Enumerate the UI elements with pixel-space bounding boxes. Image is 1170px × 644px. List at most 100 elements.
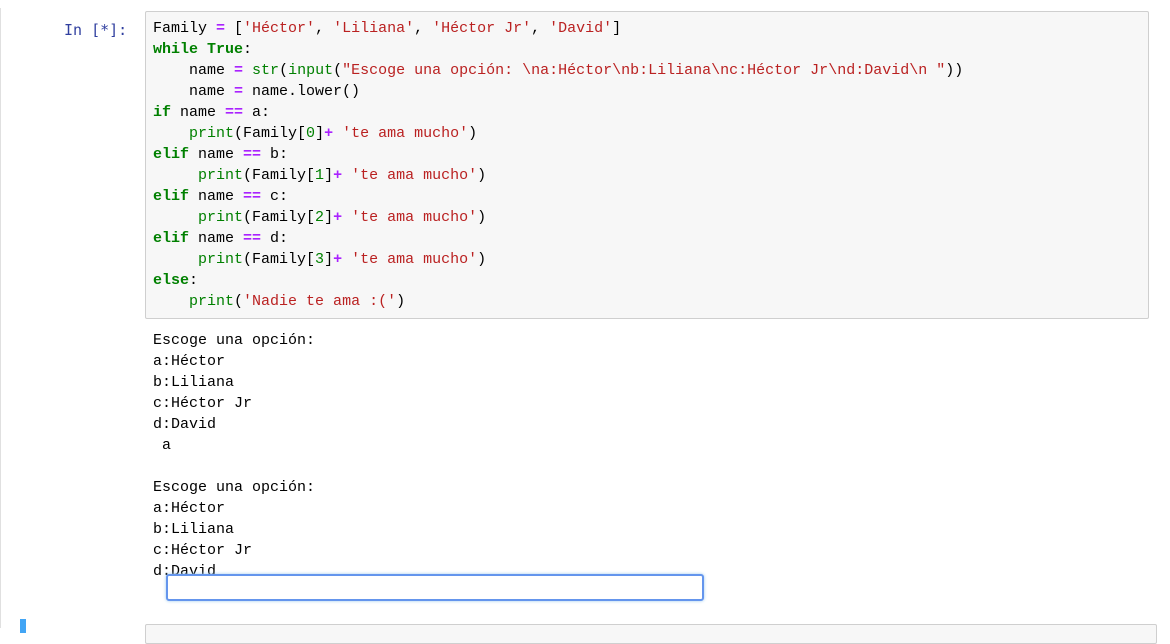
code-token: name [189,146,244,163]
code-token: 'te ama mucho' [351,251,478,268]
code-token: [ [225,20,244,37]
code-token: 'Liliana' [333,20,415,37]
code-token: )) [945,62,964,79]
code-token: print [198,209,244,226]
code-token: , [414,20,433,37]
code-token: while [153,41,199,58]
code-token: 2 [315,209,325,226]
code-token: 0 [306,125,316,142]
code-token: d: [261,230,289,247]
code-token: = [234,83,244,100]
code-token: ] [324,167,334,184]
code-line: print(Family[1]+ 'te ama mucho') [153,165,963,186]
code-token: name [171,104,226,121]
code-token: name [189,188,244,205]
code-token: Family [153,20,217,37]
code-token: (Family[ [234,125,307,142]
code-token: a: [243,104,271,121]
code-line: print(Family[2]+ 'te ama mucho') [153,207,963,228]
code-line: print(Family[3]+ 'te ama mucho') [153,249,963,270]
code-line: elif name == b: [153,144,963,165]
code-line: print('Nadie te ama :(') [153,291,963,312]
code-line: name = str(input("Escoge una opción: \na… [153,60,963,81]
code-token: == [243,188,262,205]
code-token: ] [324,251,334,268]
code-token: ) [468,125,478,142]
code-token: ] [612,20,622,37]
notebook-area: In [*]: Family = ['Héctor', 'Liliana', '… [0,0,1170,644]
code-token: input [288,62,334,79]
code-token: == [243,230,262,247]
code-token: 'David' [549,20,613,37]
code-token: ( [333,62,343,79]
code-line: elif name == c: [153,186,963,207]
code-token: print [189,125,235,142]
code-token: + [333,209,343,226]
code-token: = [216,20,226,37]
code-token: ( [279,62,289,79]
code-token: if [153,104,172,121]
code-token: "Escoge una opción: \na:Héctor\nb:Lilian… [342,62,946,79]
code-line: print(Family[0]+ 'te ama mucho') [153,123,963,144]
code-token: print [198,251,244,268]
code-token: : [189,272,199,289]
code-token: 'te ama mucho' [351,209,478,226]
code-token: str [252,62,280,79]
code-token: ] [315,125,325,142]
next-code-cell[interactable] [145,624,1157,644]
code-token: ] [324,209,334,226]
code-token: 3 [315,251,325,268]
code-token: ) [477,209,487,226]
code-token: 'Nadie te ama :(' [243,293,397,310]
code-token: 1 [315,167,325,184]
code-line: elif name == d: [153,228,963,249]
code-token: name [153,62,235,79]
code-line: if name == a: [153,102,963,123]
code-token: name.lower() [243,83,361,100]
code-token: , [315,20,334,37]
code-token: name [189,230,244,247]
input-prompt: In [*]: [64,21,128,39]
code-token: print [198,167,244,184]
code-token: 'Héctor Jr' [432,20,532,37]
code-token: name [153,83,235,100]
code-token: elif [153,230,190,247]
code-token: 'te ama mucho' [342,125,469,142]
code-token: ( [234,293,244,310]
code-token: + [333,167,343,184]
code-line: Family = ['Héctor', 'Liliana', 'Héctor J… [153,18,963,39]
code-token: c: [261,188,289,205]
code-token: == [243,146,262,163]
code-token: 'Héctor' [243,20,316,37]
code-token: print [189,293,235,310]
code-token: (Family[ [243,167,316,184]
code-token: = [234,62,244,79]
code-token: 'te ama mucho' [351,167,478,184]
stdin-input-field[interactable] [166,574,704,601]
code-text[interactable]: Family = ['Héctor', 'Liliana', 'Héctor J… [153,18,963,312]
code-token: : [243,41,253,58]
code-token: ) [477,251,487,268]
code-token: == [225,104,244,121]
code-token: b: [261,146,289,163]
code-token: + [324,125,334,142]
code-line: else: [153,270,963,291]
code-token: True [207,41,244,58]
code-line: name = name.lower() [153,81,963,102]
code-token: + [333,251,343,268]
code-token: (Family[ [243,209,316,226]
code-token: ) [396,293,406,310]
cell-output: Escoge una opción: a:Héctor b:Liliana c:… [153,332,316,580]
next-cell-selection-marker [20,619,26,633]
code-token: (Family[ [243,251,316,268]
code-token: , [531,20,550,37]
